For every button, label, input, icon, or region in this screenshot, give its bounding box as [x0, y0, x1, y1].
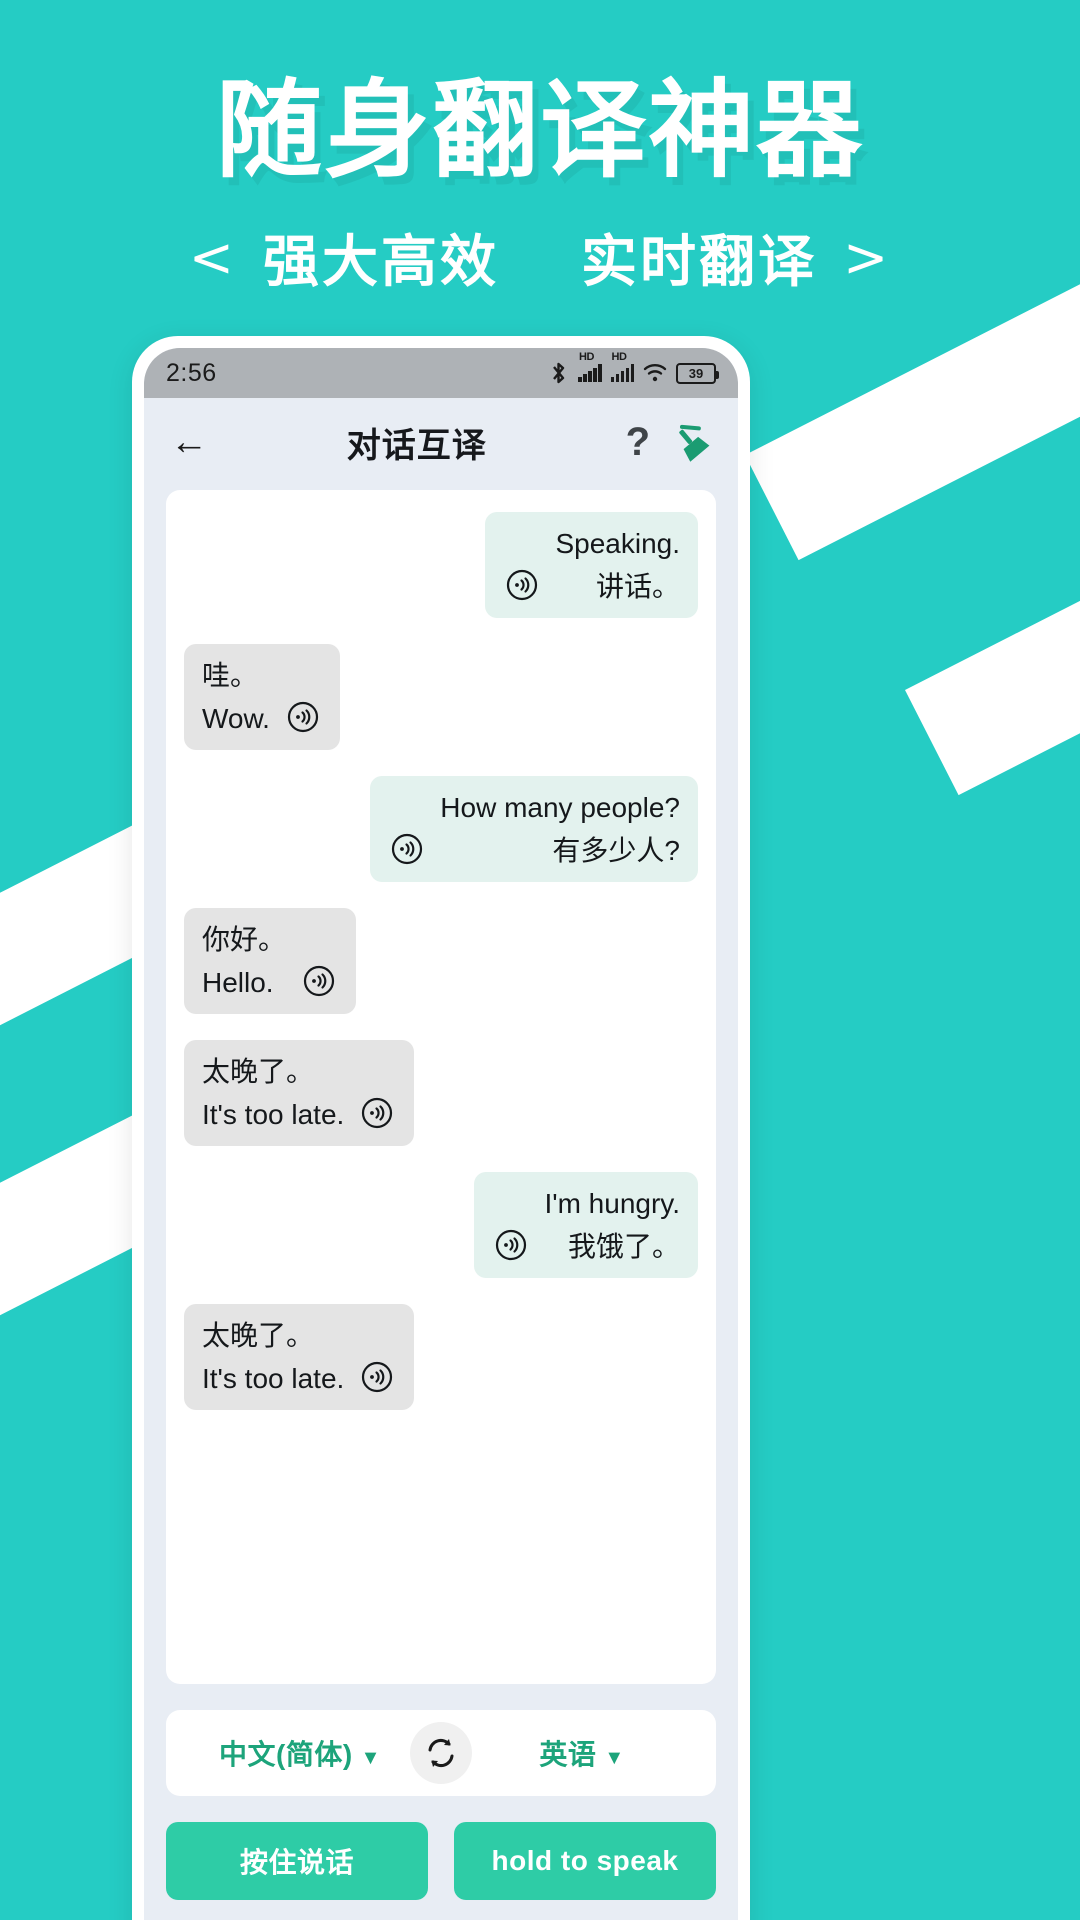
chat-bubble-texts: Speaking. 讲话。	[555, 526, 680, 604]
chat-bubble[interactable]: 你好。 Hello.	[184, 908, 357, 1014]
chat-target-text: 有多少人?	[552, 835, 680, 866]
subtitle-part-2: 实时翻译	[581, 229, 817, 295]
chat-source-text: 太晚了。	[202, 1320, 315, 1351]
chat-row: 哇。 Wow.	[184, 644, 698, 750]
app-header-actions: ?	[626, 422, 712, 462]
poster-text-block: 随身翻译神器 < 强大高效 实时翻译 >	[0, 0, 1080, 298]
source-language-dropdown[interactable]: 中文(简体) ▼	[190, 1733, 410, 1773]
phone-mockup: 2:56 HD HD 39 ← 对话互译 ? Speaking. 讲话。 哇。 …	[132, 336, 750, 1920]
hold-to-speak-source-button[interactable]: 按住说话	[166, 1822, 428, 1900]
target-language-label: 英语	[539, 1739, 597, 1770]
subtitle-part-1: 强大高效	[263, 229, 499, 295]
swap-icon	[428, 1738, 454, 1768]
chat-source-text: 哇。	[202, 660, 259, 691]
chat-target-text: 讲话。	[595, 571, 680, 602]
status-icons: HD HD 39	[549, 351, 719, 385]
phone-screen: 2:56 HD HD 39 ← 对话互译 ? Speaking. 讲话。 哇。 …	[144, 348, 738, 1920]
swap-languages-button[interactable]	[410, 1722, 472, 1784]
chat-bubble[interactable]: 太晚了。 It's too late.	[184, 1304, 415, 1410]
chat-bubble-texts: 你好。 Hello.	[202, 922, 286, 1000]
chat-bubble[interactable]: 太晚了。 It's too late.	[184, 1040, 415, 1146]
chat-bubble-texts: I'm hungry. 我饿了。	[544, 1186, 680, 1264]
speaker-icon[interactable]	[300, 962, 338, 1000]
chat-source-text: I'm hungry.	[544, 1188, 680, 1219]
chat-target-text: Hello.	[202, 967, 274, 998]
chevron-down-icon: ▼	[604, 1747, 625, 1769]
poster-headline: 随身翻译神器	[216, 69, 864, 192]
bottom-controls: 中文(简体) ▼ 英语 ▼ 按住说话 hold to speak	[144, 1684, 738, 1920]
chat-bubble[interactable]: How many people? 有多少人?	[370, 776, 698, 882]
chat-bubble[interactable]: 哇。 Wow.	[184, 644, 340, 750]
source-language-label: 中文(简体)	[219, 1739, 353, 1770]
chat-row: 太晚了。 It's too late.	[184, 1040, 698, 1146]
signal-hd-label-2: HD	[611, 351, 627, 363]
chat-target-text: It's too late.	[202, 1099, 345, 1130]
speaker-icon[interactable]	[492, 1226, 530, 1264]
chat-row: 太晚了。 It's too late.	[184, 1304, 698, 1410]
chat-bubble-texts: 太晚了。 It's too late.	[202, 1054, 344, 1132]
status-bar: 2:56 HD HD 39	[144, 348, 738, 398]
broom-icon[interactable]	[672, 422, 712, 462]
speaker-icon[interactable]	[358, 1094, 396, 1132]
chat-source-text: 你好。	[202, 924, 287, 955]
language-selector-bar: 中文(简体) ▼ 英语 ▼	[166, 1710, 716, 1796]
chat-bubble[interactable]: I'm hungry. 我饿了。	[474, 1172, 698, 1278]
chat-target-text: 我饿了。	[567, 1231, 680, 1262]
speaker-icon[interactable]	[358, 1358, 396, 1396]
back-arrow-icon[interactable]: ←	[170, 423, 208, 461]
talk-button-row: 按住说话 hold to speak	[166, 1822, 716, 1900]
signal-icon-sim2: HD	[610, 351, 634, 382]
bluetooth-icon	[549, 361, 569, 385]
battery-level-label: 39	[688, 365, 704, 381]
chat-bubble[interactable]: Speaking. 讲话。	[485, 512, 698, 618]
chat-row: I'm hungry. 我饿了。	[184, 1172, 698, 1278]
conversation-list[interactable]: Speaking. 讲话。哇。 Wow. How many people? 有多少人? 你…	[166, 490, 716, 1684]
speaker-icon[interactable]	[503, 566, 541, 604]
chat-source-text: How many people?	[440, 792, 680, 823]
speaker-icon[interactable]	[284, 698, 322, 736]
hold-to-speak-target-button[interactable]: hold to speak	[454, 1822, 716, 1900]
speaker-icon[interactable]	[388, 830, 426, 868]
chat-bubble-texts: 太晚了。 It's too late.	[202, 1318, 344, 1396]
chat-bubble-texts: How many people? 有多少人?	[440, 790, 680, 868]
subtitle-right-caret: >	[843, 225, 892, 289]
chat-source-text: 太晚了。	[202, 1056, 315, 1087]
chevron-down-icon: ▼	[360, 1747, 381, 1769]
signal-icon-sim1: HD	[578, 351, 602, 382]
status-time: 2:56	[166, 358, 217, 387]
chat-bubble-texts: 哇。 Wow.	[202, 658, 270, 736]
page-title: 对话互译	[346, 426, 487, 465]
chat-target-text: Wow.	[202, 703, 270, 734]
subtitle-left-caret: <	[188, 225, 237, 289]
signal-hd-label-1: HD	[579, 351, 594, 363]
chat-row: Speaking. 讲话。	[184, 512, 698, 618]
help-icon[interactable]: ?	[626, 422, 650, 462]
chat-target-text: It's too late.	[202, 1363, 345, 1394]
wifi-icon	[643, 363, 667, 383]
chat-source-text: Speaking.	[555, 528, 680, 559]
chat-row: 你好。 Hello.	[184, 908, 698, 1014]
target-language-dropdown[interactable]: 英语 ▼	[472, 1733, 692, 1773]
poster-subtitle: < 强大高效 实时翻译 >	[0, 217, 1080, 298]
chat-row: How many people? 有多少人?	[184, 776, 698, 882]
app-header: ← 对话互译 ?	[144, 398, 738, 486]
promo-poster: 随身翻译神器 < 强大高效 实时翻译 > 2:56 HD HD 39 ← 对话互…	[0, 0, 1080, 1920]
battery-icon: 39	[676, 362, 719, 384]
decorative-stripe	[905, 453, 1080, 796]
